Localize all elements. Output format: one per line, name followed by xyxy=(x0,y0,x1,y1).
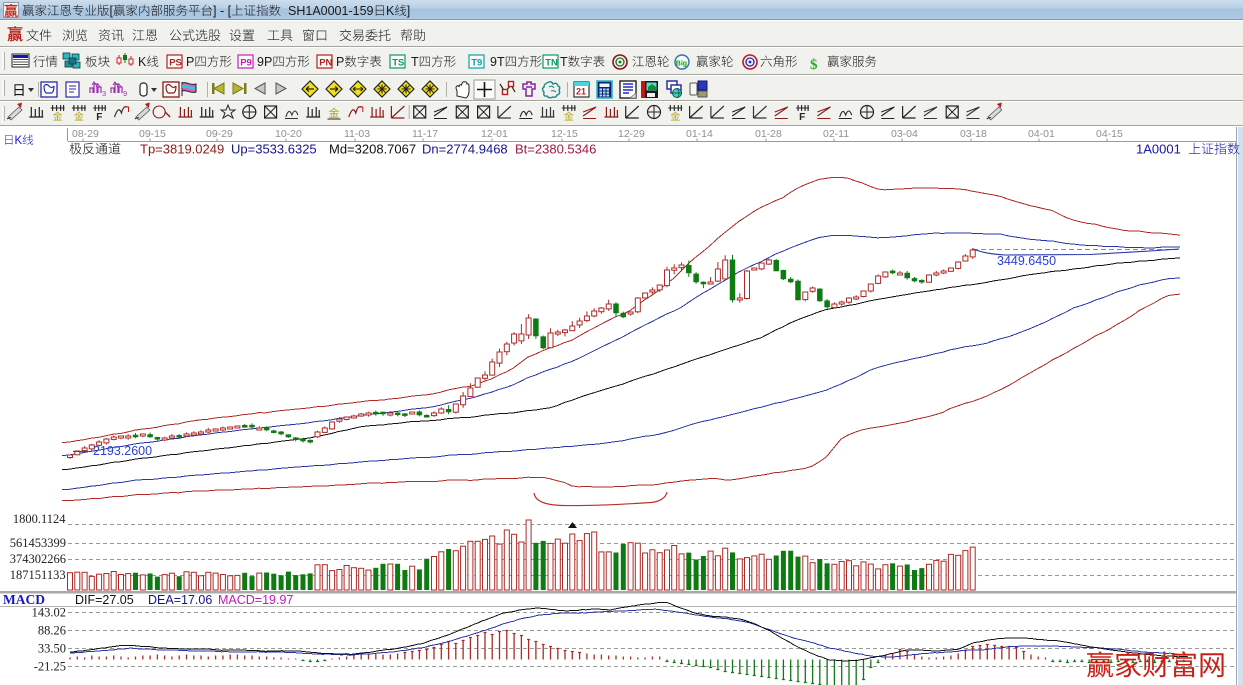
svg-text:1800.1124: 1800.1124 xyxy=(13,512,66,526)
svg-text:[: [ xyxy=(110,4,114,18)
svg-text:DIF=27.05: DIF=27.05 xyxy=(75,593,134,607)
svg-text:1A0001: 1A0001 xyxy=(1136,142,1181,157)
svg-text:DEA=17.06: DEA=17.06 xyxy=(148,593,212,607)
svg-text:Bt=2380.5346: Bt=2380.5346 xyxy=(515,142,596,157)
svg-text:09-29: 09-29 xyxy=(206,128,233,140)
svg-text:T: T xyxy=(560,55,568,69)
svg-text:04-01: 04-01 xyxy=(1028,128,1055,140)
svg-text:3449.6450: 3449.6450 xyxy=(997,254,1056,268)
svg-text:Md=3208.7067: Md=3208.7067 xyxy=(329,142,416,157)
svg-text:03-04: 03-04 xyxy=(891,128,918,140)
svg-text:P: P xyxy=(186,55,194,69)
svg-text:9T: 9T xyxy=(490,55,505,69)
svg-text:10-20: 10-20 xyxy=(275,128,302,140)
svg-text:12-01: 12-01 xyxy=(481,128,508,140)
svg-text:Dn=2774.9468: Dn=2774.9468 xyxy=(422,142,508,157)
svg-text:MACD: MACD xyxy=(3,592,45,607)
svg-text:01-28: 01-28 xyxy=(755,128,782,140)
svg-text:143.02: 143.02 xyxy=(32,606,66,620)
svg-text:01-14: 01-14 xyxy=(686,128,713,140)
svg-text:33.50: 33.50 xyxy=(38,642,66,656)
svg-text:Up=3533.6325: Up=3533.6325 xyxy=(231,142,317,157)
svg-text:MACD=19.97: MACD=19.97 xyxy=(218,593,293,607)
svg-text:08-29: 08-29 xyxy=(72,128,99,140)
svg-text:K: K xyxy=(386,4,395,18)
svg-text:-21.25: -21.25 xyxy=(34,660,66,674)
svg-text:P: P xyxy=(336,55,344,69)
svg-text:187151133: 187151133 xyxy=(10,568,66,582)
svg-text:]: ] xyxy=(407,4,410,18)
svg-text:9P: 9P xyxy=(257,55,272,69)
svg-text:11-17: 11-17 xyxy=(412,128,438,140)
svg-text:] - [: ] - [ xyxy=(213,4,232,18)
svg-text:02-11: 02-11 xyxy=(823,128,849,140)
svg-text:03-18: 03-18 xyxy=(960,128,987,140)
svg-text:2193.2600: 2193.2600 xyxy=(93,444,152,458)
svg-text:K: K xyxy=(15,135,23,147)
svg-text:11-03: 11-03 xyxy=(344,128,370,140)
svg-text:88.26: 88.26 xyxy=(38,624,66,638)
svg-text:K: K xyxy=(138,55,147,69)
svg-text:Tp=3819.0249: Tp=3819.0249 xyxy=(140,142,224,157)
svg-text:04-15: 04-15 xyxy=(1096,128,1123,140)
svg-text:12-15: 12-15 xyxy=(551,128,578,140)
svg-text:374302266: 374302266 xyxy=(10,552,66,566)
svg-text:12-29: 12-29 xyxy=(618,128,645,140)
svg-text:T: T xyxy=(411,55,419,69)
svg-text:09-15: 09-15 xyxy=(139,128,166,140)
svg-text:561453399: 561453399 xyxy=(10,536,66,550)
svg-text:SH1A0001-159: SH1A0001-159 xyxy=(288,4,374,18)
